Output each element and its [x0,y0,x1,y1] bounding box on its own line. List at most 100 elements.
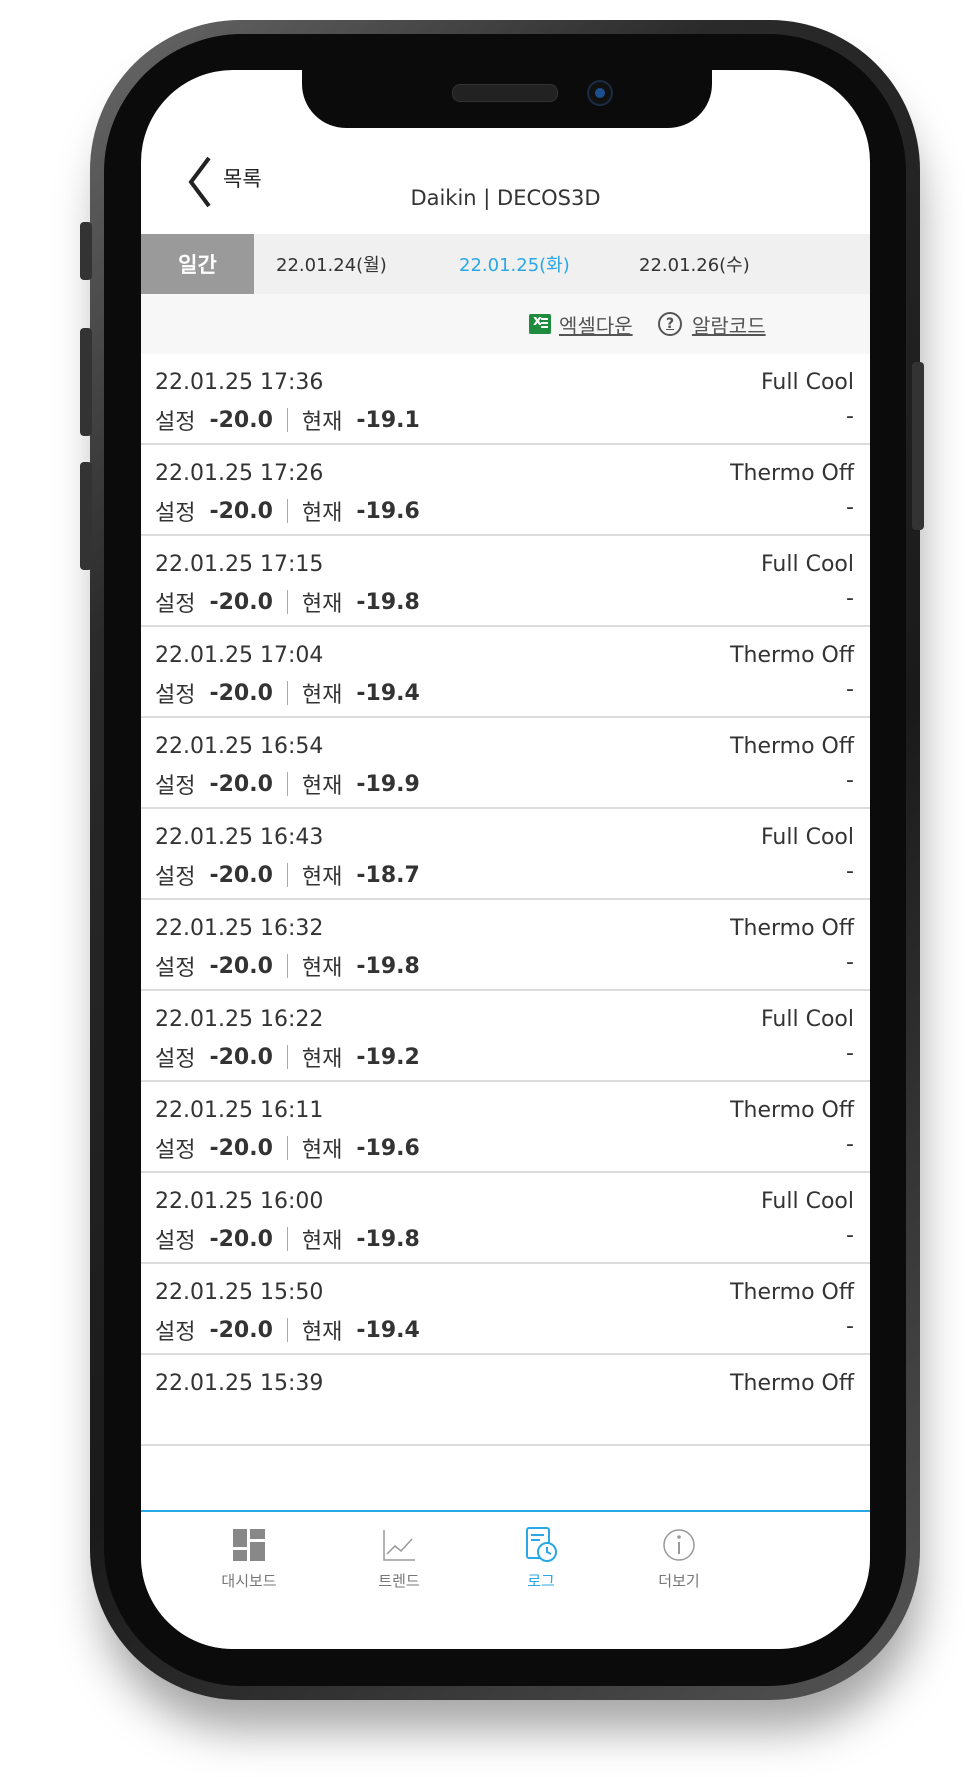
app-screen: 목록 Daikin | DECOS3D 일간 22.01.24(월) 22.01… [141,70,870,1649]
log-row: 22.01.25 15:50 Thermo Off 설정 -20.0 현재 -19.4 - [141,1264,870,1355]
speaker-grille [452,84,558,102]
current-label: 현재 [301,683,343,708]
nav-trend[interactable]: 트렌드 [339,1526,459,1591]
nav-log-label: 로그 [527,1572,555,1590]
log-status: Thermo Off [730,916,854,941]
help-icon: ? [658,312,682,336]
bottom-nav: 대시보드 트렌드 로그 더보기 [141,1510,870,1649]
setpoint-label: 설정 [155,410,196,435]
current-value: -19.8 [356,1226,420,1252]
value-divider [286,954,288,978]
date-current[interactable]: 22.01.25(화) [459,234,570,294]
app-header: 목록 Daikin | DECOS3D [141,140,870,228]
setpoint-value: -20.0 [209,953,273,979]
nav-more[interactable]: 더보기 [619,1526,739,1591]
setpoint-label: 설정 [155,956,196,981]
power-button [912,362,924,530]
nav-trend-label: 트렌드 [378,1572,420,1590]
current-value: -18.7 [356,862,420,888]
value-divider [286,1227,288,1251]
date-next[interactable]: 22.01.26(수) [639,234,750,294]
log-time: 22.01.25 15:50 [155,1280,324,1305]
log-alarm: - [846,859,854,884]
log-values: 설정 -20.0 현재 -19.8 [155,586,420,618]
log-time: 22.01.25 16:32 [155,916,324,941]
log-time: 22.01.25 16:22 [155,1007,324,1032]
date-selector: 일간 22.01.24(월) 22.01.25(화) 22.01.26(수) [141,234,870,294]
setpoint-value: -20.0 [209,407,273,433]
log-status: Full Cool [760,370,854,395]
log-alarm: - [846,1041,854,1066]
setpoint-value: -20.0 [209,589,273,615]
current-label: 현재 [301,865,343,890]
setpoint-value: -20.0 [209,1044,273,1070]
setpoint-label: 설정 [155,1229,196,1254]
alarm-code-link[interactable]: ? 알람코드 [658,294,766,354]
log-status: Thermo Off [730,1098,854,1123]
log-values: 설정 -20.0 현재 -19.4 [155,677,420,709]
log-clock-icon [526,1527,557,1562]
log-row: 22.01.25 16:00 Full Cool 설정 -20.0 현재 -19.8 - [141,1173,870,1264]
current-label: 현재 [301,501,343,526]
current-value: -19.4 [356,680,420,706]
page-title: Daikin | DECOS3D [410,186,601,210]
log-alarm: - [846,768,854,793]
current-value: -19.9 [356,771,420,797]
setpoint-value: -20.0 [209,1317,273,1343]
current-label: 현재 [301,410,343,435]
setpoint-label: 설정 [155,592,196,617]
log-row: 22.01.25 16:11 Thermo Off 설정 -20.0 현재 -19.6 - [141,1082,870,1173]
current-label: 현재 [301,1320,343,1345]
nav-more-label: 더보기 [658,1572,700,1590]
log-time: 22.01.25 16:43 [155,825,324,850]
log-values: 설정 -20.0 현재 -19.6 [155,495,420,527]
period-tab-daily[interactable]: 일간 [141,234,254,294]
value-divider [286,772,288,796]
log-values: 설정 -20.0 현재 -19.6 [155,1132,420,1164]
log-alarm: - [846,586,854,611]
log-status: Thermo Off [730,461,854,486]
setpoint-value: -20.0 [209,771,273,797]
value-divider [286,863,288,887]
log-values: 설정 -20.0 현재 -19.9 [155,768,420,800]
log-time: 22.01.25 16:11 [155,1098,324,1123]
excel-download-label: 엑셀다운 [559,313,633,338]
current-label: 현재 [301,774,343,799]
value-divider [286,1318,288,1342]
setpoint-value: -20.0 [209,680,273,706]
log-status: Full Cool [760,552,854,577]
current-label: 현재 [301,1138,343,1163]
setpoint-label: 설정 [155,774,196,799]
log-row: 22.01.25 16:22 Full Cool 설정 -20.0 현재 -19.2 - [141,991,870,1082]
log-list: 22.01.25 17:36 Full Cool 설정 -20.0 현재 -19.1-22… [141,354,870,1446]
value-divider [286,681,288,705]
log-alarm: - [846,677,854,702]
log-status: Full Cool [760,825,854,850]
nav-log[interactable]: 로그 [481,1526,601,1591]
nav-dashboard[interactable]: 대시보드 [189,1526,309,1591]
log-status: Thermo Off [730,734,854,759]
current-label: 현재 [301,592,343,617]
value-divider [286,1136,288,1160]
log-alarm: - [846,950,854,975]
current-value: -19.6 [356,1135,420,1161]
log-time: 22.01.25 17:36 [155,370,324,395]
current-label: 현재 [301,1229,343,1254]
log-alarm: - [846,1223,854,1248]
log-status: Full Cool [760,1189,854,1214]
log-status: Thermo Off [730,1371,854,1396]
trend-chart-icon [383,1530,415,1561]
current-value: -19.8 [356,953,420,979]
front-camera [587,80,613,106]
log-row: 22.01.25 17:36 Full Cool 설정 -20.0 현재 -19.1 - [141,354,870,445]
volume-up-button [80,328,92,436]
log-row: 22.01.25 16:54 Thermo Off 설정 -20.0 현재 -19.9 - [141,718,870,809]
dashboard-icon [233,1529,265,1561]
setpoint-label: 설정 [155,683,196,708]
setpoint-label: 설정 [155,865,196,890]
excel-download-link[interactable]: 엑셀다운 [529,294,633,354]
log-alarm: - [846,1132,854,1157]
volume-down-button [80,462,92,570]
info-icon [663,1529,695,1561]
date-prev[interactable]: 22.01.24(월) [276,234,387,294]
